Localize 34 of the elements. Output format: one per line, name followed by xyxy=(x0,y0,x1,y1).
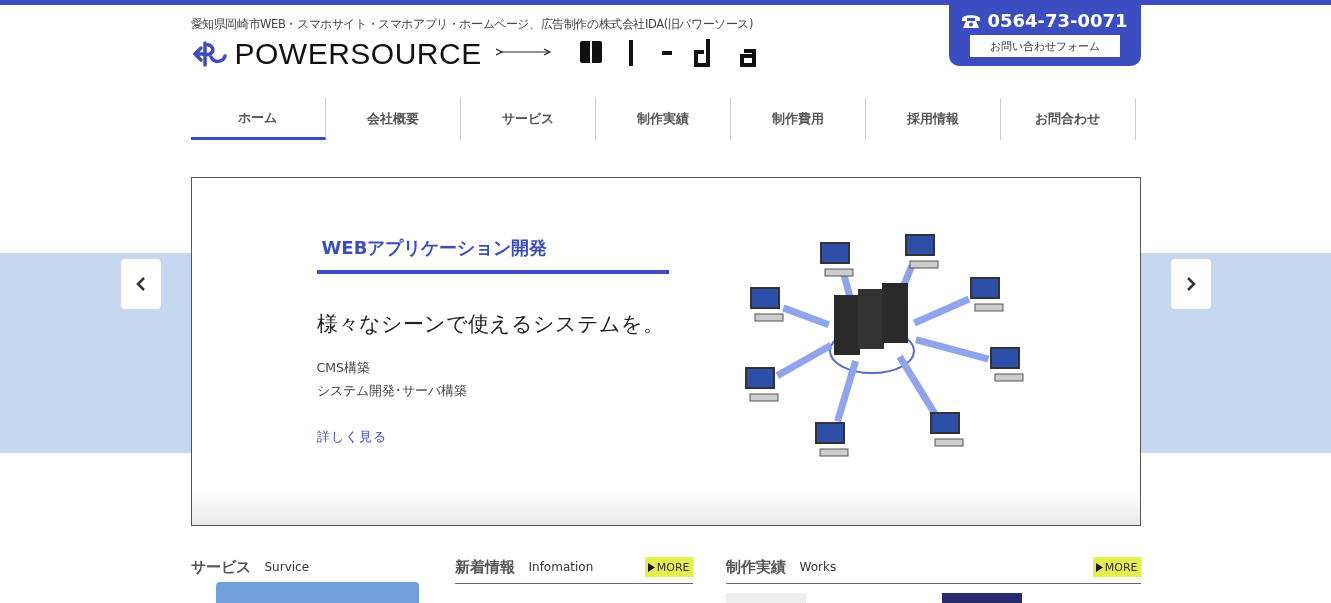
slide-text: システム開発･サーバ構築 xyxy=(316,383,468,400)
more-button[interactable]: MORE xyxy=(644,557,693,577)
nav-tab[interactable]: 会社概要 xyxy=(325,98,461,140)
section-title: 制作実績 xyxy=(725,557,786,577)
slide-catchphrase: 様々なシーンで使えるシステムを。 xyxy=(316,311,665,338)
section-title: サービス xyxy=(190,557,251,577)
details-link[interactable]: 詳しく見る xyxy=(316,428,387,446)
thumbnail-placeholder[interactable] xyxy=(941,593,1022,603)
section-title: 新着情報 xyxy=(454,557,515,577)
chevron-icon xyxy=(136,277,146,291)
service-card[interactable] xyxy=(215,582,419,603)
telephone-icon xyxy=(961,12,982,29)
play-icon xyxy=(1095,562,1103,572)
logo-text: POWERSOURCE xyxy=(234,37,482,71)
nav-tab[interactable]: お問合わせ xyxy=(1000,98,1136,140)
tagline: 愛知県岡崎市WEB・スマホサイト・スマホアプリ・ホームページ、広告制作の株式会社IDA(旧パワーソース) xyxy=(190,17,755,32)
slide-text: CMS構築 xyxy=(316,360,371,377)
slide-heading: WEBアプリケーション開発 xyxy=(316,223,669,274)
nav-tab[interactable]: サービス xyxy=(460,98,596,140)
section-subtitle: Infomation xyxy=(528,560,594,574)
chevron-icon xyxy=(1186,277,1196,291)
previous-slide-button[interactable] xyxy=(121,259,161,309)
nav-tab[interactable]: 採用情報 xyxy=(865,98,1001,140)
nav-tab[interactable]: ホーム xyxy=(190,98,326,140)
section-subtitle: Survice xyxy=(264,560,310,574)
section-subtitle: Works xyxy=(799,560,837,574)
logo-symbol-icon xyxy=(190,39,227,69)
nav-tab[interactable]: 制作実績 xyxy=(595,98,731,140)
phone-number: 0564-73-0071 xyxy=(987,10,1128,31)
contact-form-button[interactable]: お問い合わせフォーム xyxy=(969,35,1120,57)
play-icon xyxy=(647,562,655,572)
more-button[interactable]: MORE xyxy=(1092,557,1141,577)
nav-tab[interactable]: 制作費用 xyxy=(730,98,866,140)
next-slide-button[interactable] xyxy=(1171,259,1211,309)
